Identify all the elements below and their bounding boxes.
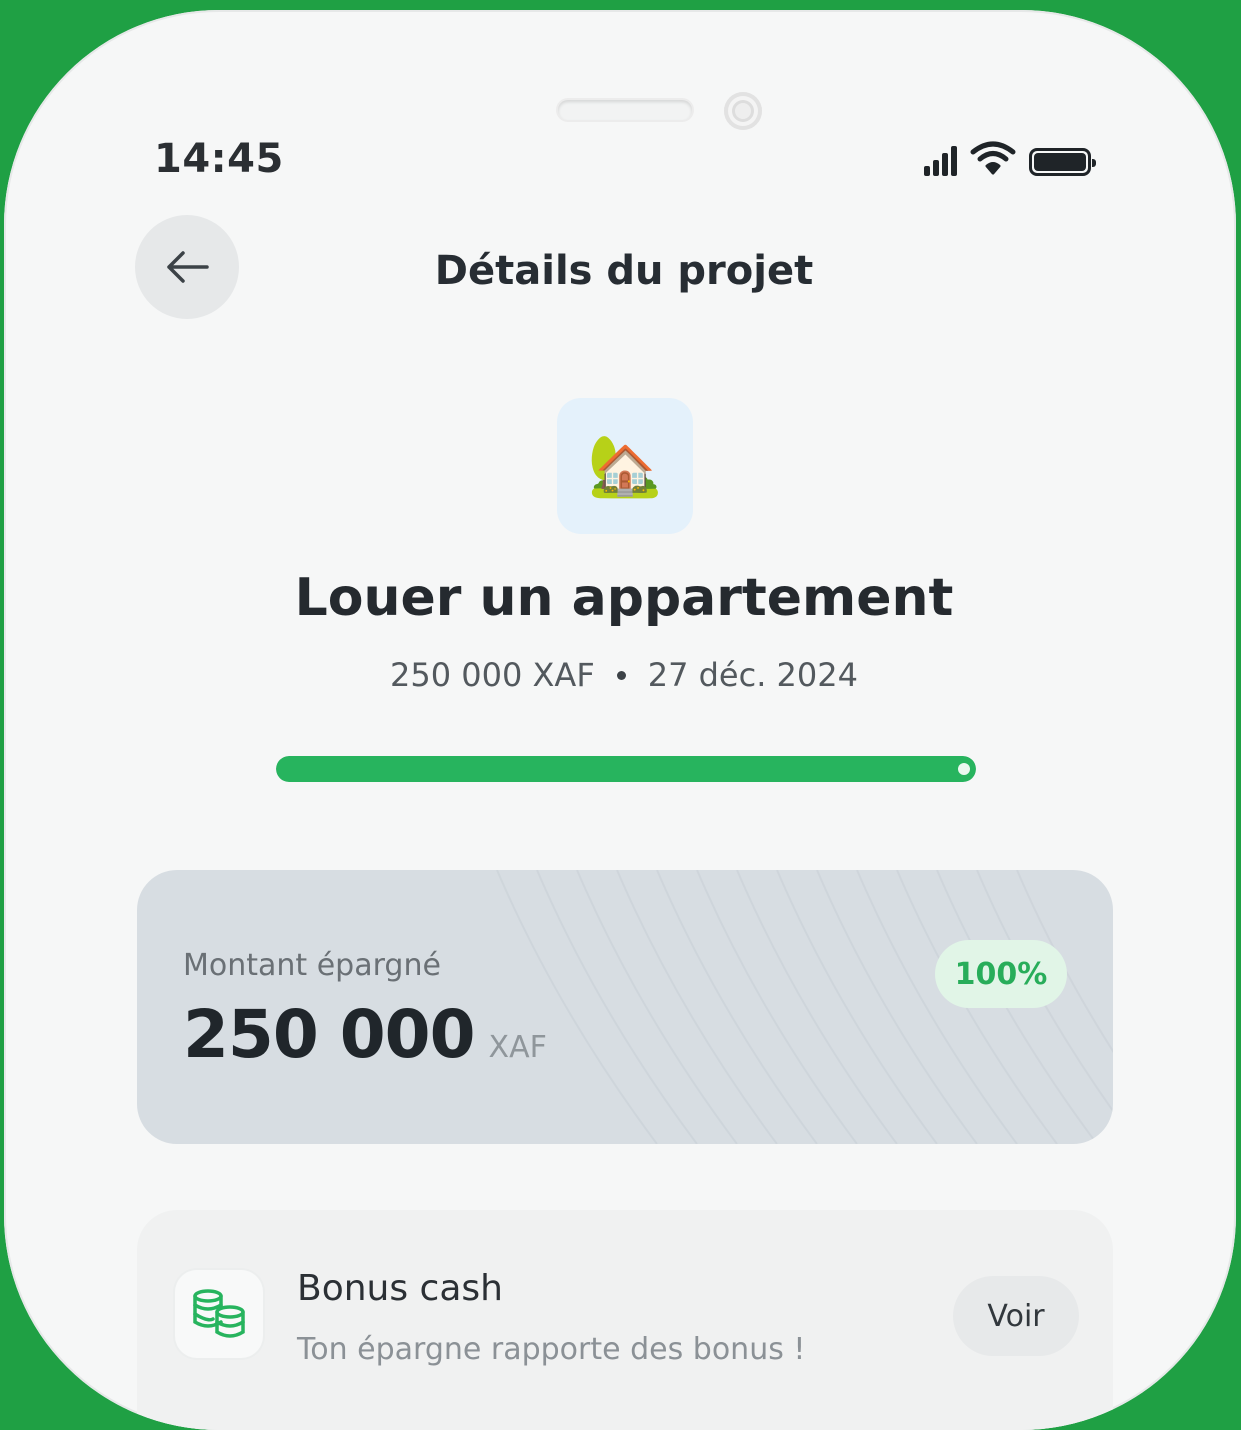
- phone-speaker: [558, 100, 692, 120]
- status-time: 14:45: [154, 136, 284, 182]
- savings-amount: 250 000 XAF: [183, 996, 547, 1073]
- progress-bar: [276, 756, 976, 782]
- phone-camera: [724, 92, 762, 130]
- signal-icon: [924, 142, 957, 176]
- page-title: Détails du projet: [434, 248, 814, 294]
- bonus-icon-box: [175, 1270, 263, 1358]
- phone-frame: 14:45 Détails du projet 🏡 Louer un appar…: [4, 10, 1236, 1430]
- battery-level: [1034, 153, 1086, 171]
- savings-card: Montant épargné 250 000 XAF 100%: [137, 870, 1113, 1144]
- arrow-left-icon: [167, 251, 209, 283]
- savings-amount-value: 250 000: [183, 996, 476, 1073]
- savings-label: Montant épargné: [183, 948, 441, 983]
- status-icons: [924, 140, 1096, 176]
- bonus-card[interactable]: Bonus cash Ton épargne rapporte des bonu…: [137, 1210, 1113, 1430]
- meta-separator-dot: [616, 670, 626, 680]
- savings-amount-currency: XAF: [488, 1030, 547, 1065]
- bonus-title: Bonus cash: [297, 1268, 503, 1309]
- coins-stack-icon: [193, 1289, 245, 1338]
- project-target-date: 27 déc. 2024: [647, 656, 858, 694]
- project-target-amount: 250 000 XAF: [390, 656, 595, 694]
- project-icon: 🏡: [557, 398, 693, 534]
- voir-button[interactable]: Voir: [953, 1276, 1079, 1356]
- project-meta: 250 000 XAF 27 déc. 2024: [264, 656, 984, 694]
- progress-knob: [958, 763, 970, 775]
- house-icon: 🏡: [587, 431, 663, 501]
- progress-fill: [276, 756, 976, 782]
- back-button[interactable]: [135, 215, 239, 319]
- percent-badge: 100%: [935, 940, 1067, 1008]
- wifi-icon: [970, 141, 1016, 175]
- battery-icon: [1029, 148, 1096, 176]
- bonus-subtitle: Ton épargne rapporte des bonus !: [297, 1332, 806, 1367]
- project-name: Louer un appartement: [294, 568, 954, 628]
